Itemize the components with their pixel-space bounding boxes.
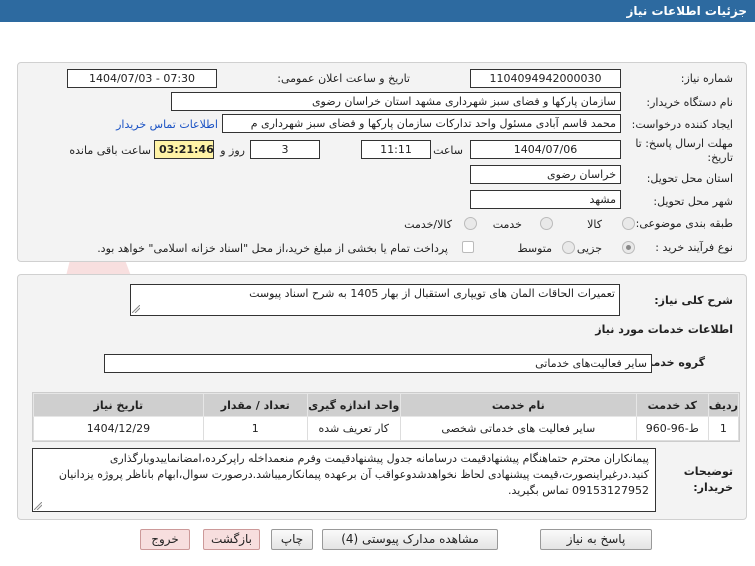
process-medium-radio[interactable]: [562, 241, 575, 254]
category-service-radio[interactable]: [540, 217, 553, 230]
summary-resize-handle-icon[interactable]: [132, 305, 140, 313]
cell-unit: کار تعریف شده: [306, 416, 401, 441]
contact-buyer-link[interactable]: اطلاعات تماس خریدار: [116, 118, 218, 131]
time-label: ساعت: [433, 144, 463, 157]
city-field: مشهد: [470, 190, 621, 209]
creator-field: محمد قاسم آبادی مسئول واحد تدارکات سازما…: [222, 114, 621, 133]
province-label: استان محل تحویل:: [646, 172, 733, 185]
province-field: خراسان رضوی: [470, 165, 621, 184]
remaining-label: ساعت باقی مانده: [69, 144, 151, 157]
remaining-timer: 03:21:46: [154, 140, 214, 159]
days-field: 3: [250, 140, 320, 159]
col-row-number: ردیف: [707, 393, 740, 417]
process-medium-label: متوسط: [517, 242, 552, 255]
buyer-notes-field: پیمانکاران محترم حتماهنگام پیشنهادقیمت د…: [32, 448, 656, 512]
process-minor-label: جزیی: [576, 242, 602, 255]
exit-button[interactable]: خروج: [140, 529, 190, 550]
category-service-label: خدمت: [492, 218, 522, 231]
deadline-time-field: 11:11: [361, 140, 431, 159]
summary-field: تعمیرات الحاقات المان های تویپاری استقبا…: [130, 284, 620, 316]
services-table: ردیف کد خدمت نام خدمت واحد اندازه گیری ت…: [32, 392, 740, 442]
print-button[interactable]: چاپ: [271, 529, 313, 550]
city-label: شهر محل تحویل:: [653, 195, 733, 208]
col-service-code: کد خدمت: [635, 393, 709, 417]
table-row: 1 ط-96-960 سایر فعالیت های خدماتی شخصی ک…: [33, 416, 740, 441]
need-number-label: شماره نیاز:: [680, 72, 733, 85]
announce-field: 1404/07/03 - 07:30: [67, 69, 217, 88]
category-goods-service-label: کالا/خدمت: [404, 218, 452, 231]
buyer-org-field: سازمان پارکها و فضای سبز شهرداری مشهد اس…: [171, 92, 621, 111]
process-minor-radio[interactable]: [622, 241, 635, 254]
reply-button[interactable]: پاسخ به نیاز: [540, 529, 652, 550]
category-goods-label: کالا: [587, 218, 602, 231]
page-title: جزئیات اطلاعات نیاز: [0, 0, 755, 22]
category-label: طبقه بندی موضوعی:: [635, 217, 733, 230]
deadline-date-field: 1404/07/06: [470, 140, 621, 159]
buyer-notes-label: توضیحات خریدار:: [683, 465, 733, 494]
col-need-date: تاریخ نیاز: [33, 393, 204, 417]
table-header-row: ردیف کد خدمت نام خدمت واحد اندازه گیری ت…: [33, 393, 740, 417]
services-heading: اطلاعات خدمات مورد نیاز: [595, 323, 733, 336]
cell-row-number: 1: [707, 416, 740, 441]
col-service-name: نام خدمت: [399, 393, 637, 417]
announce-label: تاریخ و ساعت اعلان عمومی:: [277, 72, 410, 85]
category-goods-radio[interactable]: [622, 217, 635, 230]
cell-quantity: 1: [202, 416, 308, 441]
cell-service-code: ط-96-960: [635, 416, 709, 441]
process-label: نوع فرآیند خرید :: [655, 241, 733, 254]
col-quantity: تعداد / مقدار: [202, 393, 308, 417]
category-goods-service-radio[interactable]: [464, 217, 477, 230]
cell-service-name: سایر فعالیت های خدماتی شخصی: [399, 416, 637, 441]
summary-label: شرح کلی نیاز:: [654, 294, 733, 307]
need-number-field: 1104094942000030: [470, 69, 621, 88]
back-button[interactable]: بازگشت: [203, 529, 260, 550]
service-group-field: سایر فعالیت‌های خدماتی: [104, 354, 652, 373]
cell-need-date: 1404/12/29: [33, 416, 204, 441]
days-label: روز و: [220, 144, 245, 157]
notes-resize-handle-icon[interactable]: [34, 502, 42, 510]
view-attachments-button[interactable]: مشاهده مدارک پیوستی (4): [322, 529, 498, 550]
deadline-label: مهلت ارسال پاسخ: تا تاریخ:: [635, 137, 733, 164]
col-unit: واحد اندازه گیری: [306, 393, 401, 417]
buyer-org-label: نام دستگاه خریدار:: [646, 96, 733, 109]
creator-label: ایجاد کننده درخواست:: [631, 118, 733, 131]
treasury-payment-note: پرداخت تمام یا بخشی از مبلغ خرید،از محل …: [97, 242, 448, 255]
treasury-payment-checkbox[interactable]: [462, 241, 474, 253]
